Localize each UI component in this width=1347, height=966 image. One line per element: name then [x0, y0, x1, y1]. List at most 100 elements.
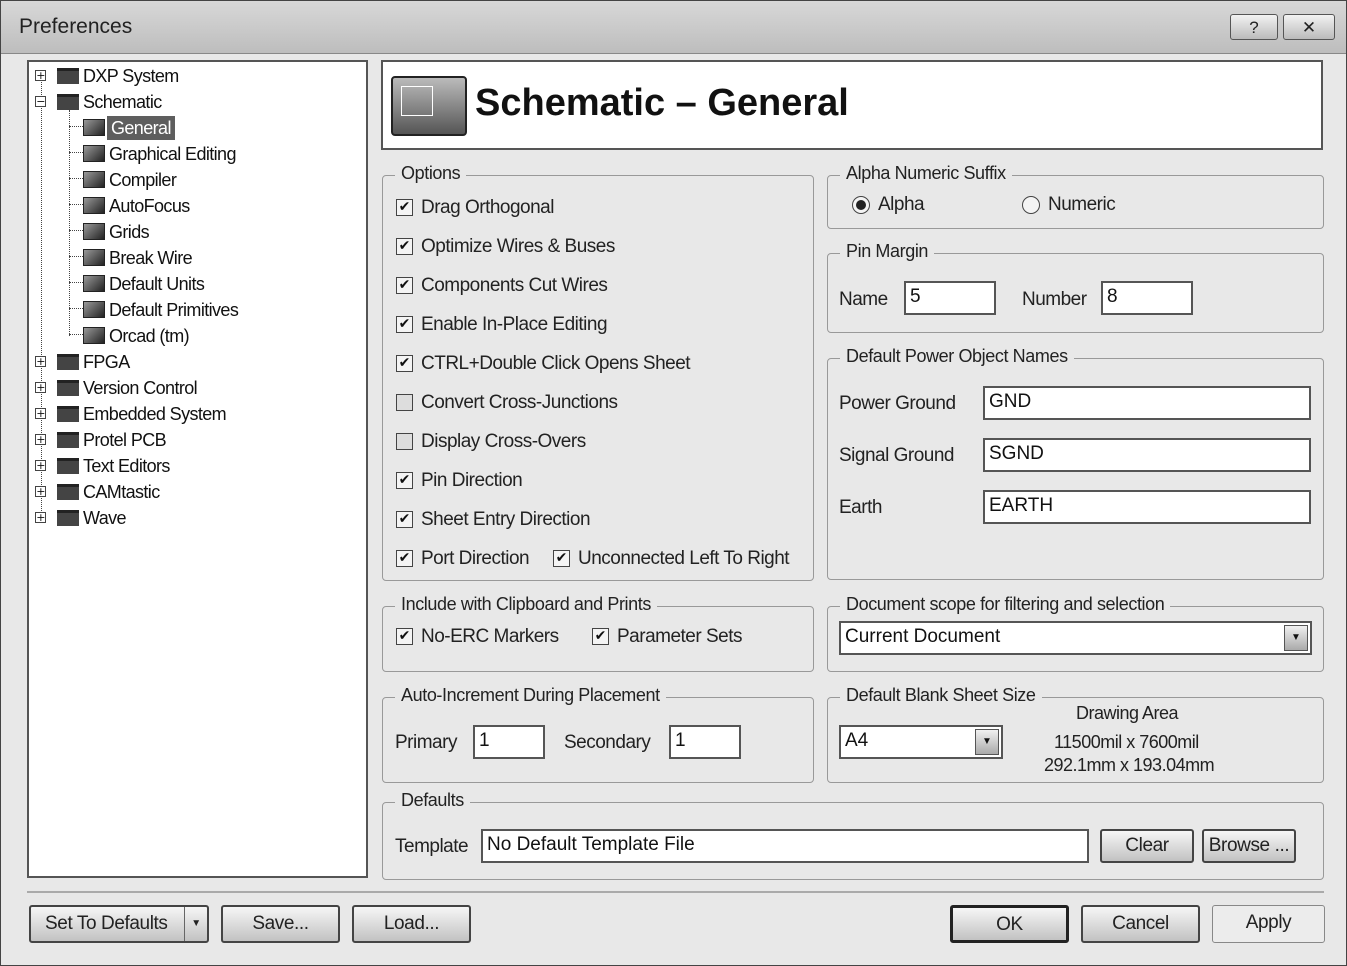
expand-icon[interactable]: +: [35, 486, 46, 497]
preferences-window: Preferences ? ✕ + DXP System − Schematic…: [0, 0, 1347, 966]
expand-icon[interactable]: +: [35, 434, 46, 445]
name-label: Name: [839, 289, 888, 310]
tree-item-label: Default Units: [109, 274, 205, 294]
expand-icon[interactable]: +: [35, 408, 46, 419]
folder-icon: [57, 484, 79, 500]
pin-direction-checkbox[interactable]: ✔: [396, 472, 413, 489]
sheet-size-select[interactable]: A4 ▼: [839, 725, 1003, 759]
pin-margin-number-input[interactable]: 8: [1101, 281, 1193, 315]
load-button[interactable]: Load...: [352, 905, 471, 943]
earth-input[interactable]: EARTH: [983, 490, 1311, 524]
collapse-icon[interactable]: −: [35, 96, 46, 107]
tree-item-default-units[interactable]: Default Units: [35, 272, 355, 296]
expand-icon[interactable]: +: [35, 356, 46, 367]
tree-item-graphical-editing[interactable]: Graphical Editing: [35, 142, 355, 166]
tree-item-grids[interactable]: Grids: [35, 220, 355, 244]
tree-item-break-wire[interactable]: Break Wire: [35, 246, 355, 270]
tree-item-text-editors[interactable]: + Text Editors: [35, 454, 355, 478]
ctrl-double-click-checkbox[interactable]: ✔: [396, 355, 413, 372]
port-direction-checkbox[interactable]: ✔: [396, 550, 413, 567]
page-icon: [83, 249, 105, 266]
chevron-down-icon[interactable]: ▼: [1284, 625, 1308, 651]
checkbox-label: Display Cross-Overs: [421, 431, 586, 452]
expand-icon[interactable]: +: [35, 512, 46, 523]
apply-button[interactable]: Apply: [1212, 905, 1325, 943]
power-ground-input[interactable]: GND: [983, 386, 1311, 420]
tree-item-general[interactable]: General: [35, 116, 366, 140]
tree-item-label: Protel PCB: [83, 430, 167, 450]
clear-button[interactable]: Clear: [1100, 829, 1194, 863]
close-button[interactable]: ✕: [1283, 14, 1335, 40]
expand-icon[interactable]: +: [35, 460, 46, 471]
set-to-defaults-button[interactable]: Set To Defaults ▼: [29, 905, 209, 943]
tree-item-dxp-system[interactable]: + DXP System: [35, 64, 355, 88]
tree-item-autofocus[interactable]: AutoFocus: [35, 194, 355, 218]
folder-icon: [57, 68, 79, 84]
radio-label: Alpha: [878, 194, 925, 215]
secondary-input[interactable]: 1: [669, 725, 741, 759]
title-bar[interactable]: Preferences ? ✕: [1, 1, 1346, 54]
unconnected-left-to-right-checkbox[interactable]: ✔: [553, 550, 570, 567]
select-value: A4: [845, 730, 869, 751]
expand-icon[interactable]: +: [35, 70, 46, 81]
set-to-defaults-label: Set To Defaults: [45, 913, 168, 934]
page-icon: [83, 145, 105, 162]
template-input[interactable]: No Default Template File: [481, 829, 1089, 863]
checkbox-label: Parameter Sets: [617, 626, 743, 647]
tree-item-embedded-system[interactable]: + Embedded System: [35, 402, 355, 426]
group-legend: Document scope for filtering and selecti…: [840, 594, 1171, 615]
chevron-down-icon[interactable]: ▼: [975, 729, 999, 755]
checkbox-label: Components Cut Wires: [421, 275, 608, 296]
cancel-button[interactable]: Cancel: [1081, 905, 1200, 943]
pin-margin-name-input[interactable]: 5: [904, 281, 996, 315]
enable-in-place-editing-checkbox[interactable]: ✔: [396, 316, 413, 333]
parameter-sets-checkbox[interactable]: ✔: [592, 628, 609, 645]
ok-button[interactable]: OK: [950, 905, 1069, 943]
chevron-down-icon[interactable]: ▼: [184, 907, 207, 941]
template-label: Template: [395, 836, 469, 857]
tree-item-label: Break Wire: [109, 248, 193, 268]
drawing-area-label: Drawing Area: [1076, 703, 1179, 723]
tree-item-compiler[interactable]: Compiler: [35, 168, 355, 192]
document-scope-select[interactable]: Current Document ▼: [839, 621, 1312, 655]
help-button[interactable]: ?: [1230, 14, 1278, 40]
folder-icon: [57, 432, 79, 448]
checkbox-label: CTRL+Double Click Opens Sheet: [421, 353, 691, 374]
convert-cross-junctions-checkbox[interactable]: [396, 394, 413, 411]
group-legend: Auto-Increment During Placement: [395, 685, 666, 706]
radio-label: Numeric: [1048, 194, 1116, 215]
tree-item-camtastic[interactable]: + CAMtastic: [35, 480, 355, 504]
optimize-wires-checkbox[interactable]: ✔: [396, 238, 413, 255]
tree-item-schematic[interactable]: − Schematic: [35, 90, 355, 114]
save-button[interactable]: Save...: [221, 905, 340, 943]
folder-open-icon: [57, 94, 79, 110]
tree-item-wave[interactable]: + Wave: [35, 506, 355, 530]
drag-orthogonal-checkbox[interactable]: ✔: [396, 199, 413, 216]
tree-item-fpga[interactable]: + FPGA: [35, 350, 355, 374]
alpha-radio[interactable]: [852, 196, 870, 214]
drawing-area-mm: 292.1mm x 193.04mm: [1044, 755, 1215, 775]
display-cross-overs-checkbox[interactable]: [396, 433, 413, 450]
components-cut-wires-checkbox[interactable]: ✔: [396, 277, 413, 294]
tree-item-label: Compiler: [109, 170, 177, 190]
checkbox-label: Pin Direction: [421, 470, 523, 491]
category-tree[interactable]: + DXP System − Schematic General Graphic…: [27, 60, 368, 878]
expand-icon[interactable]: +: [35, 382, 46, 393]
tree-item-label: Embedded System: [83, 404, 227, 424]
tree-item-default-primitives[interactable]: Default Primitives: [35, 298, 355, 322]
drawing-area-mil: 11500mil x 7600mil: [1054, 732, 1199, 752]
signal-ground-label: Signal Ground: [839, 445, 954, 466]
sheet-entry-direction-checkbox[interactable]: ✔: [396, 511, 413, 528]
browse-button[interactable]: Browse ...: [1202, 829, 1296, 863]
window-title: Preferences: [19, 15, 133, 38]
signal-ground-input[interactable]: SGND: [983, 438, 1311, 472]
tree-item-version-control[interactable]: + Version Control: [35, 376, 355, 400]
checkbox-label: Convert Cross-Junctions: [421, 392, 618, 413]
tree-item-protel-pcb[interactable]: + Protel PCB: [35, 428, 355, 452]
no-erc-markers-checkbox[interactable]: ✔: [396, 628, 413, 645]
group-legend: Default Blank Sheet Size: [840, 685, 1042, 706]
tree-item-label: AutoFocus: [109, 196, 190, 216]
numeric-radio[interactable]: [1022, 196, 1040, 214]
tree-item-orcad[interactable]: Orcad (tm): [35, 324, 355, 348]
primary-input[interactable]: 1: [473, 725, 545, 759]
